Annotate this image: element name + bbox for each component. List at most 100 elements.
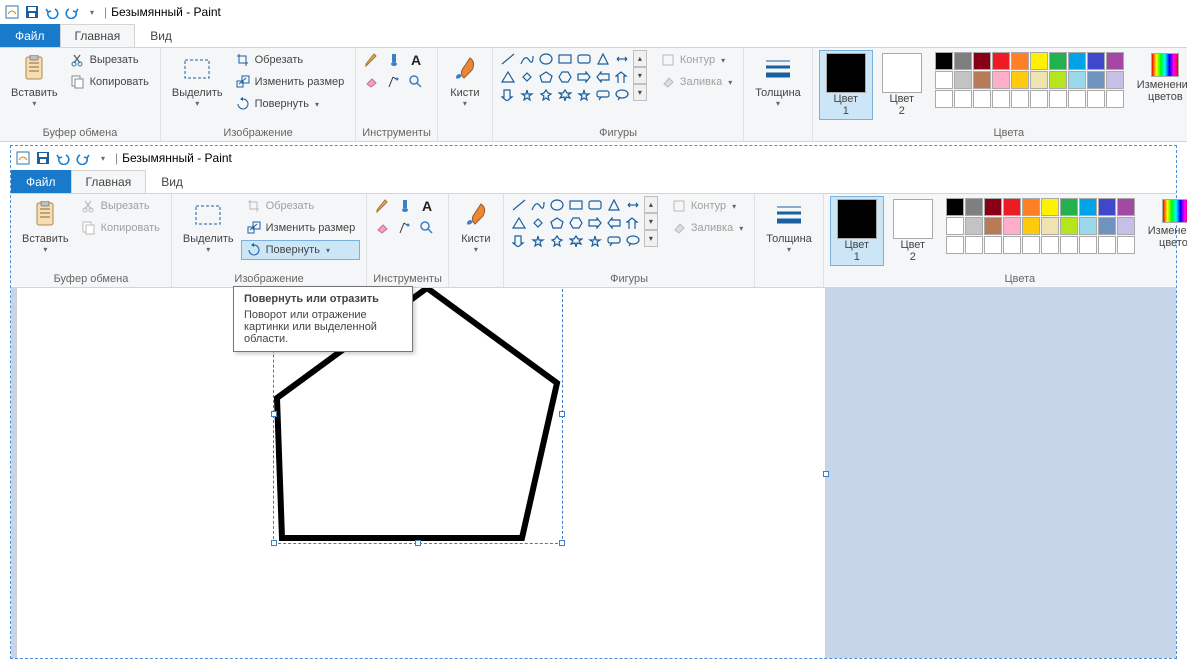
palette-color[interactable] (935, 71, 953, 89)
palette-empty[interactable] (1011, 90, 1029, 108)
palette-empty[interactable] (1098, 236, 1116, 254)
palette-color[interactable] (1022, 217, 1040, 235)
palette-empty[interactable] (954, 90, 972, 108)
palette-color[interactable] (1068, 52, 1086, 70)
palette-empty[interactable] (1049, 90, 1067, 108)
shape-1[interactable] (529, 196, 547, 213)
palette-empty[interactable] (1003, 236, 1021, 254)
palette-empty[interactable] (984, 236, 1002, 254)
shapes-scroll-down[interactable]: ▾ (633, 67, 647, 84)
palette-empty[interactable] (946, 236, 964, 254)
palette-color[interactable] (973, 71, 991, 89)
palette-empty[interactable] (1041, 236, 1059, 254)
palette-color[interactable] (935, 52, 953, 70)
shapes-scroll-up[interactable]: ▴ (644, 196, 658, 213)
tool-3[interactable] (373, 218, 393, 238)
shape-14[interactable] (510, 232, 528, 249)
palette-color[interactable] (1060, 198, 1078, 216)
palette-color[interactable] (1068, 71, 1086, 89)
shape-10[interactable] (556, 68, 574, 85)
shapes-expand[interactable]: ▾ (644, 230, 658, 247)
shape-7[interactable] (510, 214, 528, 231)
shapes-expand[interactable]: ▾ (633, 84, 647, 101)
palette-color[interactable] (1079, 217, 1097, 235)
shape-17[interactable] (556, 86, 574, 103)
cut-button[interactable]: Вырезать (65, 50, 154, 70)
undo-icon[interactable] (55, 150, 71, 166)
save-icon[interactable] (35, 150, 51, 166)
palette-empty[interactable] (1030, 90, 1048, 108)
shape-6[interactable] (624, 196, 642, 213)
palette-color[interactable] (984, 217, 1002, 235)
palette-color[interactable] (1117, 198, 1135, 216)
palette-color[interactable] (1106, 71, 1124, 89)
palette-color[interactable] (1041, 198, 1059, 216)
palette-color[interactable] (1098, 198, 1116, 216)
palette-empty[interactable] (1060, 236, 1078, 254)
tool-2[interactable]: A (417, 196, 437, 216)
shape-9[interactable] (537, 68, 555, 85)
paste-button[interactable]: Вставить ▾ (6, 50, 63, 111)
palette-empty[interactable] (992, 90, 1010, 108)
palette-empty[interactable] (1117, 236, 1135, 254)
resize-button[interactable]: Изменить размер (241, 218, 361, 238)
palette-color[interactable] (1060, 217, 1078, 235)
shape-4[interactable] (586, 196, 604, 213)
tool-2[interactable]: A (406, 50, 426, 70)
qat-dropdown-icon[interactable]: ▾ (95, 150, 111, 166)
palette-empty[interactable] (973, 90, 991, 108)
shape-19[interactable] (594, 86, 612, 103)
palette-color[interactable] (973, 52, 991, 70)
rotate-button[interactable]: Повернуть▾ (241, 240, 361, 260)
inner-canvas-area[interactable] (11, 288, 1176, 658)
tool-0[interactable] (362, 50, 382, 70)
shape-17[interactable] (567, 232, 585, 249)
crop-button[interactable]: Обрезать (230, 50, 350, 70)
edit-colors-button[interactable]: Изменение цветов (1143, 196, 1187, 252)
palette-empty[interactable] (935, 90, 953, 108)
tool-4[interactable] (395, 218, 415, 238)
shape-13[interactable] (613, 68, 631, 85)
tab-view[interactable]: Вид (146, 170, 198, 193)
canvas-paper[interactable] (17, 288, 825, 658)
tool-5[interactable] (406, 72, 426, 92)
color1-button[interactable]: Цвет 1 (830, 196, 884, 266)
redo-icon[interactable] (75, 150, 91, 166)
shape-11[interactable] (575, 68, 593, 85)
tab-home[interactable]: Главная (60, 24, 136, 47)
shape-20[interactable] (613, 86, 631, 103)
shape-5[interactable] (594, 50, 612, 67)
palette-color[interactable] (1106, 52, 1124, 70)
shape-5[interactable] (605, 196, 623, 213)
shape-7[interactable] (499, 68, 517, 85)
shape-1[interactable] (518, 50, 536, 67)
palette-color[interactable] (1022, 198, 1040, 216)
palette-color[interactable] (1049, 52, 1067, 70)
shape-2[interactable] (537, 50, 555, 67)
palette-color[interactable] (1003, 198, 1021, 216)
qat-dropdown-icon[interactable]: ▾ (84, 4, 100, 20)
palette-color[interactable] (946, 217, 964, 235)
palette-color[interactable] (1079, 198, 1097, 216)
shape-16[interactable] (548, 232, 566, 249)
thickness-button[interactable]: Толщина▾ (761, 196, 817, 257)
brushes-button[interactable]: Кисти▾ (444, 50, 486, 111)
color2-button[interactable]: Цвет 2 (886, 196, 940, 266)
palette-color[interactable] (965, 198, 983, 216)
shape-15[interactable] (518, 86, 536, 103)
shape-8[interactable] (518, 68, 536, 85)
shape-3[interactable] (556, 50, 574, 67)
palette-color[interactable] (954, 71, 972, 89)
palette-color[interactable] (1098, 217, 1116, 235)
select-button[interactable]: Выделить ▾ (178, 196, 239, 257)
tool-0[interactable] (373, 196, 393, 216)
tab-file[interactable]: Файл (0, 24, 60, 47)
shape-18[interactable] (575, 86, 593, 103)
shape-10[interactable] (567, 214, 585, 231)
shape-8[interactable] (529, 214, 547, 231)
resize-button[interactable]: Изменить размер (230, 72, 350, 92)
palette-color[interactable] (965, 217, 983, 235)
shape-12[interactable] (594, 68, 612, 85)
shape-9[interactable] (548, 214, 566, 231)
palette-empty[interactable] (1079, 236, 1097, 254)
